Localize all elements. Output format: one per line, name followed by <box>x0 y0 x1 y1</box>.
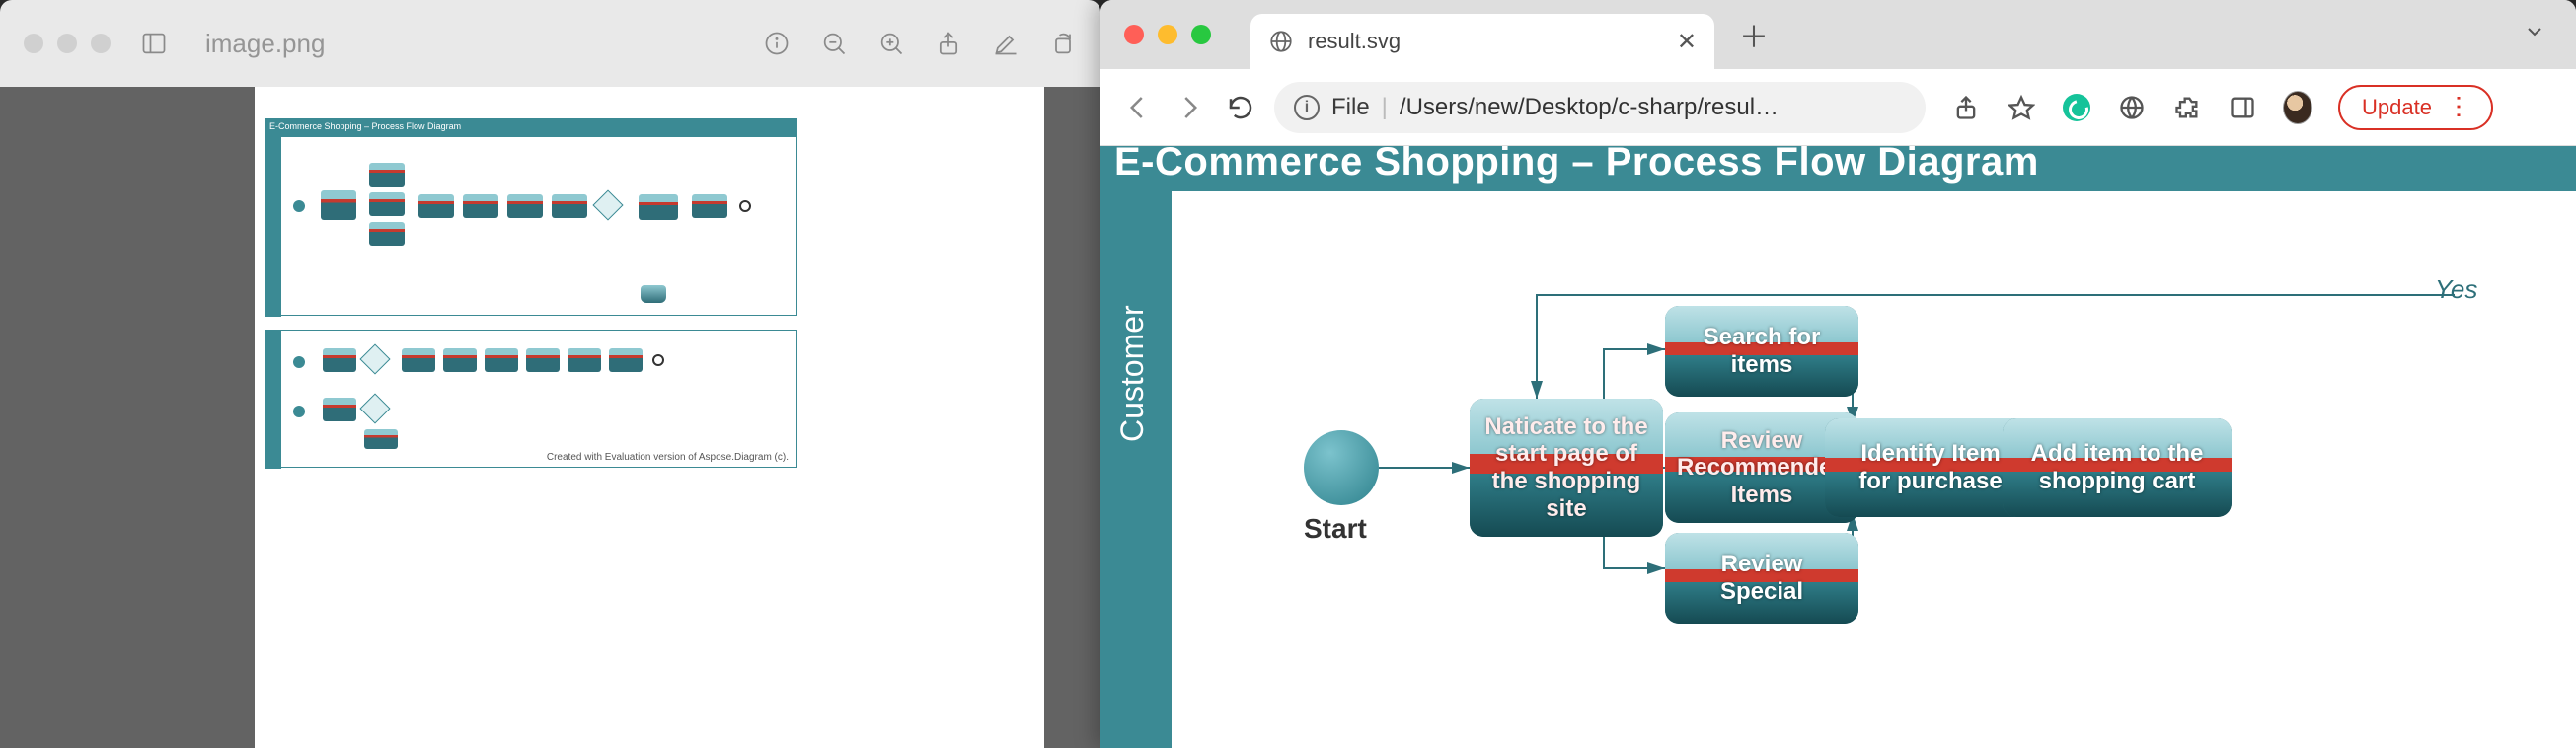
node-search-label: Search foritems <box>1665 306 1858 397</box>
preview-close-button[interactable] <box>24 34 43 53</box>
tab-title: result.svg <box>1308 29 1401 54</box>
preview-zoom-button[interactable] <box>91 34 111 53</box>
info-icon[interactable] <box>763 30 791 57</box>
translate-globe-icon[interactable] <box>2117 93 2147 122</box>
yes-edge-label: Yes <box>2435 274 2477 305</box>
preview-canvas[interactable]: E-Commerce Shopping – Process Flow Diagr… <box>0 87 1100 748</box>
extensions-puzzle-icon[interactable] <box>2172 93 2202 122</box>
sidebar-toggle-icon[interactable] <box>140 30 168 57</box>
browser-traffic-lights[interactable] <box>1124 25 1211 44</box>
side-panel-icon[interactable] <box>2228 93 2257 122</box>
toolbar-icons: Update ⋯ <box>1951 85 2493 130</box>
flow-diagram: E-Commerce Shopping – Process Flow Diagr… <box>1100 146 2576 748</box>
url-path: /Users/new/Desktop/c-sharp/resul… <box>1400 94 1779 121</box>
diagram-thumb-2: Created with Evaluation version of Aspos… <box>265 330 797 468</box>
node-search: Search foritems <box>1665 306 1858 397</box>
preview-window: image.png <box>0 0 1100 748</box>
browser-minimize-button[interactable] <box>1158 25 1177 44</box>
rotate-icon[interactable] <box>1049 30 1077 57</box>
thumb-title: E-Commerce Shopping – Process Flow Diagr… <box>265 119 796 137</box>
node-add-to-cart: Add item to theshopping cart <box>2003 418 2232 517</box>
preview-minimize-button[interactable] <box>57 34 77 53</box>
node-navigate-label: Naticate to thestart page ofthe shopping… <box>1470 399 1663 537</box>
site-info-icon[interactable]: i <box>1294 95 1320 120</box>
preview-titlebar: image.png <box>0 0 1100 87</box>
tab-overflow-icon[interactable] <box>2523 20 2546 50</box>
nav-reload-button[interactable] <box>1223 90 1258 125</box>
browser-zoom-button[interactable] <box>1191 25 1211 44</box>
thumb-footer: Created with Evaluation version of Aspos… <box>547 452 789 463</box>
browser-viewport[interactable]: E-Commerce Shopping – Process Flow Diagr… <box>1100 146 2576 748</box>
node-review-special-label: ReviewSpecial <box>1665 533 1858 624</box>
nav-back-button[interactable] <box>1120 90 1156 125</box>
tab-close-icon[interactable]: ✕ <box>1677 28 1697 56</box>
globe-icon <box>1268 29 1294 54</box>
preview-filename: image.png <box>205 29 325 59</box>
browser-toolbar: i File | /Users/new/Desktop/c-sharp/resu… <box>1100 69 2576 146</box>
url-separator: | <box>1382 94 1388 121</box>
diagram-canvas: Yes Start Naticate to thestart page ofth… <box>1172 191 2576 748</box>
start-caption: Start <box>1304 513 1367 545</box>
browser-window: result.svg ✕ ＋ i File | /Users/new/Deskt… <box>1100 0 2576 748</box>
lane-label-customer: Customer <box>1114 305 1151 442</box>
zoom-in-icon[interactable] <box>877 30 905 57</box>
bookmark-star-icon[interactable] <box>2007 93 2036 122</box>
install-share-icon[interactable] <box>1951 93 1981 122</box>
browser-close-button[interactable] <box>1124 25 1144 44</box>
nav-forward-button[interactable] <box>1172 90 1207 125</box>
profile-avatar[interactable] <box>2283 93 2312 122</box>
node-review-special: ReviewSpecial <box>1665 533 1858 624</box>
new-tab-button[interactable]: ＋ <box>1734 15 1774 54</box>
share-icon[interactable] <box>935 30 962 57</box>
browser-tab[interactable]: result.svg ✕ <box>1250 14 1714 69</box>
address-bar[interactable]: i File | /Users/new/Desktop/c-sharp/resu… <box>1274 82 1926 133</box>
preview-document-page: E-Commerce Shopping – Process Flow Diagr… <box>255 87 1044 748</box>
update-button[interactable]: Update ⋯ <box>2338 85 2493 130</box>
node-add-to-cart-label: Add item to theshopping cart <box>2003 418 2232 517</box>
diagram-thumb-1: E-Commerce Shopping – Process Flow Diagr… <box>265 118 797 316</box>
update-label: Update <box>2362 95 2432 120</box>
url-scheme: File <box>1331 94 1370 121</box>
start-node <box>1304 430 1379 505</box>
browser-tabstrip: result.svg ✕ ＋ <box>1100 0 2576 69</box>
node-navigate: Naticate to thestart page ofthe shopping… <box>1470 399 1663 537</box>
zoom-out-icon[interactable] <box>820 30 848 57</box>
markup-pencil-icon[interactable] <box>992 30 1020 57</box>
preview-traffic-lights[interactable] <box>24 34 111 53</box>
grammarly-extension-icon[interactable] <box>2062 93 2091 122</box>
diagram-title: E-Commerce Shopping – Process Flow Diagr… <box>1114 146 2039 185</box>
